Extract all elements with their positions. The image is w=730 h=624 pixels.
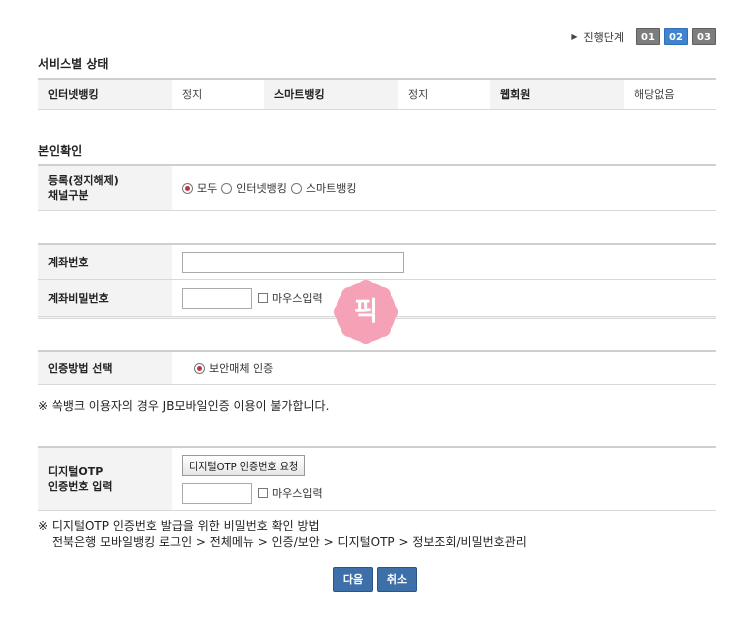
option-all-label: 모두: [197, 182, 218, 195]
otp-mouse-input-label: 마우스입력: [272, 487, 323, 500]
action-buttons: 다음 취소: [333, 567, 417, 592]
otp-form: 디지털OTP 인증번호 입력 디지털OTP 인증번호 요청 마우스입력: [38, 446, 716, 511]
triangle-right-icon: ▶: [571, 32, 578, 41]
radio-smart[interactable]: [290, 182, 302, 194]
otp-input[interactable]: [182, 482, 252, 504]
account-number-input[interactable]: [182, 251, 404, 273]
step-01: 01: [636, 28, 660, 45]
progress-steps: ▶ 진행단계 01 02 03: [571, 28, 716, 45]
progress-label: 진행단계: [583, 30, 624, 44]
pick-stamp: 픽: [332, 278, 400, 346]
mouse-input-checkbox[interactable]: [258, 293, 268, 303]
otp-note: ※ 디지털OTP 인증번호 발급을 위한 비밀번호 확인 방법: [38, 519, 320, 533]
status-value-internet: 정지: [172, 78, 264, 110]
cancel-button[interactable]: 취소: [377, 567, 417, 592]
step-02: 02: [664, 28, 688, 45]
otp-path: 전북은행 모바일뱅킹 로그인 > 전체메뉴 > 인증/보안 > 디지털OTP >…: [52, 535, 527, 549]
otp-label: 디지털OTP 인증번호 입력: [38, 448, 172, 510]
option-internet-label: 인터넷뱅킹: [236, 182, 287, 195]
account-password-label: 계좌비밀번호: [38, 280, 172, 316]
service-status-table: 인터넷뱅킹 정지 스마트뱅킹 정지 웹회원 해당없음: [38, 78, 716, 110]
status-label-internet: 인터넷뱅킹: [38, 78, 172, 110]
stamp-text: 픽: [354, 297, 378, 327]
sokbank-note: ※ 쏙뱅크 이용자의 경우 JB모바일인증 이용이 불가합니다.: [38, 399, 330, 413]
next-button[interactable]: 다음: [333, 567, 373, 592]
status-label-web: 웹회원: [490, 78, 624, 110]
account-number-label: 계좌번호: [38, 245, 172, 279]
option-smart-label: 스마트뱅킹: [305, 182, 357, 195]
radio-internet[interactable]: [221, 182, 233, 194]
channel-form: 등록(정지해제) 채널구분 모두 인터넷뱅킹 스마트뱅킹: [38, 164, 716, 211]
radio-all[interactable]: [182, 182, 193, 194]
otp-mouse-input-checkbox[interactable]: [258, 488, 268, 498]
channel-options: 모두 인터넷뱅킹 스마트뱅킹: [172, 166, 716, 210]
otp-request-button[interactable]: 디지털OTP 인증번호 요청: [182, 454, 306, 476]
status-label-smart: 스마트뱅킹: [264, 78, 398, 110]
status-value-smart: 정지: [398, 78, 490, 110]
security-media-label: 보안매체 인증: [209, 362, 274, 375]
channel-label: 등록(정지해제) 채널구분: [38, 166, 172, 210]
service-status-title: 서비스별 상태: [38, 57, 109, 71]
status-value-web: 해당없음: [624, 78, 716, 110]
account-password-input[interactable]: [182, 287, 252, 309]
identity-title: 본인확인: [38, 144, 83, 158]
mouse-input-label: 마우스입력: [272, 292, 323, 305]
auth-method-label: 인증방법 선택: [38, 352, 172, 384]
step-03: 03: [692, 28, 716, 45]
auth-method-form: 인증방법 선택 보안매체 인증: [38, 350, 716, 385]
radio-security-media[interactable]: [194, 362, 205, 374]
